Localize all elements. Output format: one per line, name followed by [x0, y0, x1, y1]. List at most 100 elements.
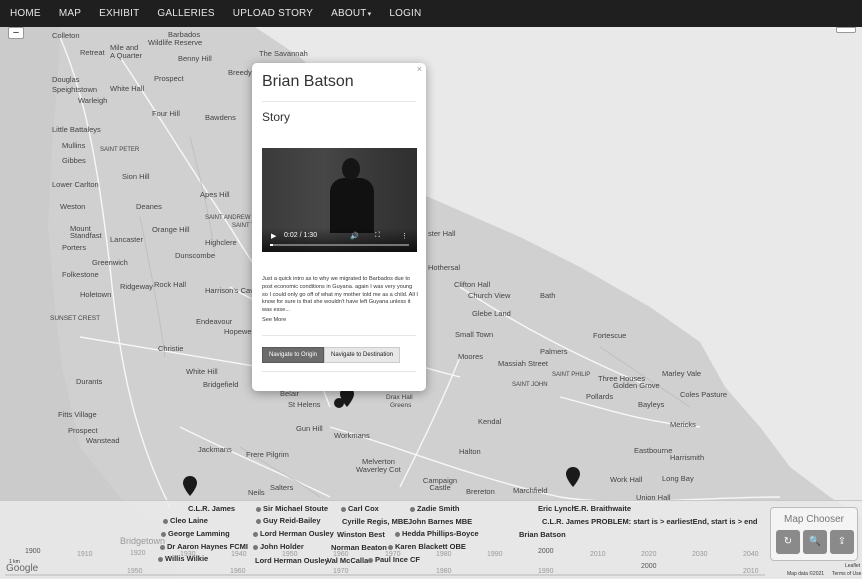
- person-name: Brian Batson: [262, 73, 354, 90]
- place-label: Deanes: [136, 202, 162, 211]
- nav-upload-story[interactable]: UPLOAD STORY: [233, 8, 313, 19]
- story-text: Just a quick intro as to why we migrated…: [262, 276, 418, 314]
- place-label: Long Bay: [662, 474, 694, 483]
- fullscreen-icon[interactable]: ⛶: [375, 232, 380, 240]
- place-label: Palmers: [540, 347, 568, 356]
- place-label: Wildlife Reserve: [148, 38, 203, 47]
- timeline-dot: [163, 518, 168, 524]
- timeline-scrollbar[interactable]: [5, 574, 765, 576]
- timeline-item[interactable]: Cyrille Regis, MBE: [342, 517, 408, 526]
- export-icon[interactable]: ⇪: [830, 530, 854, 554]
- timeline-panel[interactable]: C.L.R. James Sir Michael Stoute Carl Cox…: [0, 500, 862, 579]
- timeline-dot: [256, 506, 261, 512]
- place-label: Harrison's Cav: [205, 286, 254, 295]
- video-progress-fill: [270, 244, 274, 246]
- map-canvas[interactable]: − Colleton Barbados Wildlife Reserve Ret…: [0, 27, 862, 578]
- place-label: Lower Carlton: [52, 180, 99, 189]
- timeline-item[interactable]: Brian Batson: [519, 530, 566, 539]
- divider: [262, 371, 416, 372]
- timeline-item[interactable]: Hedda Phillips-Boyce: [395, 529, 479, 538]
- timeline-item[interactable]: E.R. Braithwaite: [574, 504, 631, 513]
- place-label: Greens: [390, 402, 412, 409]
- terms-link[interactable]: Terms of Use: [832, 571, 861, 577]
- timeline-year: 2040: [743, 551, 759, 558]
- timeline-item[interactable]: Cleo Laine: [163, 516, 208, 525]
- place-label: Neils: [248, 488, 265, 497]
- leaflet-link[interactable]: Leaflet: [845, 563, 860, 569]
- play-icon[interactable]: ▶: [271, 232, 276, 240]
- navigation-buttons: Navigate to Origin Navigate to Destinati…: [262, 347, 401, 363]
- search-icon[interactable]: 🔍: [803, 530, 827, 554]
- place-label: Dunscombe: [175, 251, 216, 260]
- timeline-year: 2010: [590, 551, 606, 558]
- close-icon[interactable]: ×: [417, 64, 422, 74]
- timeline-item[interactable]: Karen Blackett OBE: [388, 542, 466, 551]
- nav-galleries[interactable]: GALLERIES: [157, 8, 214, 19]
- timeline-item[interactable]: Guy Reid-Bailey: [256, 516, 321, 525]
- place-label: Golden Grove: [613, 381, 660, 390]
- place-label: Fortescue: [593, 331, 627, 340]
- see-more-link[interactable]: See More: [262, 317, 286, 323]
- navigate-destination-button[interactable]: Navigate to Destination: [324, 347, 401, 363]
- place-label: Prospect: [154, 74, 184, 83]
- navigate-origin-button[interactable]: Navigate to Origin: [262, 347, 325, 363]
- timeline-item[interactable]: C.L.R. James: [188, 504, 235, 513]
- place-label: Marley Vale: [662, 369, 702, 378]
- timeline-item[interactable]: C.L.R. James PROBLEM: start is > earlies…: [542, 517, 758, 526]
- volume-icon[interactable]: 🔊: [350, 232, 359, 240]
- place-label: Salters: [270, 483, 294, 492]
- timeline-year: 2020: [641, 551, 657, 558]
- timeline-item[interactable]: Carl Cox: [341, 504, 379, 513]
- zoom-out-button[interactable]: −: [8, 27, 24, 39]
- nav-login[interactable]: LOGIN: [389, 8, 421, 19]
- timeline-item[interactable]: Sir Michael Stoute: [256, 504, 328, 513]
- timeline-year: 1990: [487, 551, 503, 558]
- timeline-item[interactable]: John Barnes MBE: [408, 517, 472, 526]
- place-label: Gibbes: [62, 156, 86, 165]
- place-label: Lancaster: [110, 235, 143, 244]
- map-marker-pin[interactable]: [183, 476, 197, 496]
- map-control-edge[interactable]: [836, 27, 856, 33]
- timeline-item[interactable]: Winston Best: [337, 530, 385, 539]
- timeline-year: 1940: [231, 551, 247, 558]
- nav-exhibit[interactable]: EXHIBIT: [99, 8, 139, 19]
- place-label: Benny Hill: [178, 54, 212, 63]
- nav-home[interactable]: HOME: [10, 8, 41, 19]
- timeline-item[interactable]: Lord Herman Ousley: [253, 529, 334, 538]
- place-label: SUNSET CREST: [50, 315, 101, 322]
- place-label: Bath: [540, 291, 556, 300]
- story-video[interactable]: ▶ 0:02 / 1:30 🔊 ⛶ ⋮: [262, 148, 417, 252]
- nav-about[interactable]: ABOUT▾: [331, 8, 371, 19]
- place-label: Kendal: [478, 417, 502, 426]
- map-marker-pin[interactable]: [566, 467, 580, 487]
- place-label: Bawdens: [205, 113, 236, 122]
- video-progress-bar[interactable]: [270, 244, 409, 246]
- refresh-icon[interactable]: ↻: [776, 530, 800, 554]
- place-label: Breedy: [228, 68, 252, 77]
- place-label: Frere Pilgrim: [246, 450, 289, 459]
- video-time: 0:02 / 1:30: [284, 232, 318, 239]
- place-label: Pollards: [586, 392, 614, 401]
- more-options-icon[interactable]: ⋮: [401, 232, 408, 240]
- timeline-item[interactable]: John Holder: [253, 542, 304, 551]
- timeline-item[interactable]: Eric Lynch: [538, 504, 576, 513]
- place-label: Speightstown: [52, 85, 98, 94]
- place-label: Porters: [62, 243, 87, 252]
- nav-map[interactable]: MAP: [59, 8, 81, 19]
- place-label: SAINT JOHN: [512, 382, 548, 388]
- timeline-item[interactable]: George Lamming: [161, 529, 230, 538]
- timeline-year: 1900: [25, 548, 41, 555]
- timeline-dot: [410, 506, 415, 512]
- timeline-item[interactable]: Zadie Smith: [410, 504, 460, 513]
- attribution-text: Map data ©2021: [787, 571, 825, 577]
- google-logo: Google: [6, 563, 39, 574]
- timeline-year: 2000: [538, 548, 554, 555]
- place-label: Campaign Castle: [422, 476, 458, 492]
- timeline-year-bottom: 2000: [641, 563, 657, 570]
- timeline-year: 1970: [385, 551, 401, 558]
- timeline-item[interactable]: Dr Aaron Haynes FCMI: [160, 542, 248, 551]
- map-marker-dot[interactable]: [334, 398, 344, 408]
- place-label: Church View: [468, 291, 511, 300]
- place-label: Mullins: [62, 141, 86, 150]
- place-label: Ridgeway: [120, 282, 153, 291]
